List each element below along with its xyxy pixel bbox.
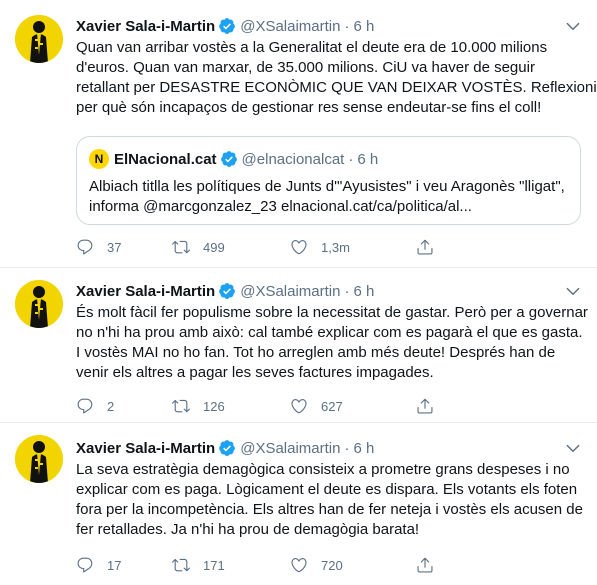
- tweet[interactable]: Xavier Sala-i-Martin @XSalaimartin · 6 h…: [0, 423, 597, 585]
- retweet-icon: [172, 240, 190, 254]
- heart-icon: [291, 240, 307, 255]
- tweet-text-line: retallant per DESASTRE ECONÒMIC QUE VAN …: [76, 79, 597, 96]
- heart-icon: [291, 399, 307, 414]
- reply-button[interactable]: 37: [76, 238, 172, 256]
- like-count: 1,3m: [321, 239, 350, 255]
- tweet-text-line: venir els altres a pagar les seves factu…: [76, 364, 434, 381]
- retweet-button[interactable]: 499: [172, 238, 290, 256]
- quoted-tweet-text: Albiach titlla les polítiques de Junts d…: [89, 177, 574, 217]
- reply-count: 37: [107, 239, 122, 255]
- avatar-image: [15, 435, 63, 483]
- tweet-header: Xavier Sala-i-Martin @XSalaimartin · 6 h: [76, 16, 374, 36]
- tweet-text: Quan van arribar vostès a la Generalitat…: [76, 38, 597, 118]
- quoted-author-handle: @elnacionalcat: [241, 150, 345, 168]
- more-options-icon[interactable]: [561, 16, 585, 36]
- retweet-icon: [172, 558, 190, 572]
- quoted-timestamp: 6 h: [357, 150, 379, 168]
- author-name[interactable]: Xavier Sala-i-Martin: [76, 440, 215, 457]
- share-icon: [417, 398, 433, 414]
- tweet-text-line: I vostès MAI no ho fan. Tot ho arreglen …: [76, 344, 556, 361]
- timestamp[interactable]: 6 h: [353, 18, 374, 35]
- tweet-actions: 17 171 720: [76, 555, 496, 575]
- retweet-icon: [172, 399, 190, 413]
- tweet[interactable]: Xavier Sala-i-Martin @XSalaimartin · 6 h…: [0, 0, 597, 267]
- tweet-text-line: explicar com es paga. Lògicament el deut…: [76, 481, 578, 498]
- reply-button[interactable]: 17: [76, 556, 172, 574]
- quoted-avatar: N: [89, 149, 109, 169]
- avatar-image: [15, 15, 63, 63]
- author-name[interactable]: Xavier Sala-i-Martin: [76, 18, 215, 35]
- tweet-actions: 2 126 627: [76, 396, 496, 416]
- share-button[interactable]: [416, 397, 446, 415]
- more-options-icon[interactable]: [561, 438, 585, 458]
- like-count: 720: [321, 557, 343, 573]
- avatar[interactable]: [15, 280, 63, 328]
- like-button[interactable]: 627: [290, 397, 416, 415]
- avatar[interactable]: [15, 435, 63, 483]
- retweet-count: 126: [203, 398, 225, 414]
- timestamp[interactable]: 6 h: [353, 440, 374, 457]
- tweet-text-line: per què són incapaços de gestionar res s…: [76, 99, 542, 116]
- tweet-text-line: fer retallades. Ja n'hi ha prou de demag…: [76, 521, 420, 538]
- reply-button[interactable]: 2: [76, 397, 172, 415]
- separator: ·: [344, 439, 350, 457]
- share-button[interactable]: [416, 238, 446, 256]
- verified-badge-icon: [218, 282, 236, 300]
- reply-icon: [77, 239, 93, 255]
- reply-count: 17: [107, 557, 122, 573]
- author-name[interactable]: Xavier Sala-i-Martin: [76, 283, 215, 300]
- verified-badge-icon: [218, 439, 236, 457]
- like-button[interactable]: 1,3m: [290, 238, 416, 256]
- like-count: 627: [321, 398, 343, 414]
- tweet-header: Xavier Sala-i-Martin @XSalaimartin · 6 h: [76, 281, 374, 301]
- separator: ·: [344, 282, 350, 300]
- author-handle[interactable]: @XSalaimartin: [240, 440, 340, 457]
- avatar-image: [15, 280, 63, 328]
- more-options-icon[interactable]: [561, 281, 585, 301]
- reply-count: 2: [107, 398, 115, 414]
- heart-icon: [291, 558, 307, 573]
- verified-badge-icon: [220, 150, 238, 168]
- tweet-text-line: fora per la incompetència. Els altres ha…: [76, 501, 583, 518]
- tweet-text-line: Quan van arribar vostès a la Generalitat…: [76, 39, 548, 56]
- tweet-text: La seva estratègia demagògica consisteix…: [76, 460, 583, 540]
- tweet-actions: 37 499 1,3m: [76, 237, 496, 257]
- verified-badge-icon: [218, 17, 236, 35]
- tweet-text-line: És molt fàcil fer populisme sobre la nec…: [76, 304, 588, 321]
- quoted-tweet-header: N ElNacional.cat @elnacionalcat · 6 h: [89, 149, 378, 169]
- tweet-text-line: d'euros. Quan van marxar, de 35.000 mili…: [76, 59, 535, 76]
- quoted-text-line: informa @marcgonzalez_23 elnacional.cat/…: [89, 198, 472, 215]
- share-icon: [417, 557, 433, 573]
- tweet-header: Xavier Sala-i-Martin @XSalaimartin · 6 h: [76, 438, 374, 458]
- retweet-count: 171: [203, 557, 225, 573]
- retweet-count: 499: [203, 239, 225, 255]
- quoted-author-name: ElNacional.cat: [114, 150, 217, 168]
- tweet[interactable]: Xavier Sala-i-Martin @XSalaimartin · 6 h…: [0, 268, 597, 422]
- separator: ·: [344, 17, 350, 35]
- reply-icon: [77, 557, 93, 573]
- tweet-text-line: La seva estratègia demagògica consisteix…: [76, 461, 570, 478]
- retweet-button[interactable]: 171: [172, 556, 290, 574]
- author-handle[interactable]: @XSalaimartin: [240, 18, 340, 35]
- quoted-tweet[interactable]: N ElNacional.cat @elnacionalcat · 6 h Al…: [76, 136, 581, 225]
- share-button[interactable]: [416, 556, 446, 574]
- avatar[interactable]: [15, 15, 63, 63]
- quoted-text-line: Albiach titlla les polítiques de Junts d…: [89, 178, 565, 195]
- share-icon: [417, 239, 433, 255]
- retweet-button[interactable]: 126: [172, 397, 290, 415]
- author-handle[interactable]: @XSalaimartin: [240, 283, 340, 300]
- tweet-text: És molt fàcil fer populisme sobre la nec…: [76, 303, 588, 383]
- like-button[interactable]: 720: [290, 556, 416, 574]
- separator: ·: [348, 150, 354, 168]
- reply-icon: [77, 398, 93, 414]
- tweet-text-line: no n'hi ha prou amb això: cal també expl…: [76, 324, 583, 341]
- timestamp[interactable]: 6 h: [353, 283, 374, 300]
